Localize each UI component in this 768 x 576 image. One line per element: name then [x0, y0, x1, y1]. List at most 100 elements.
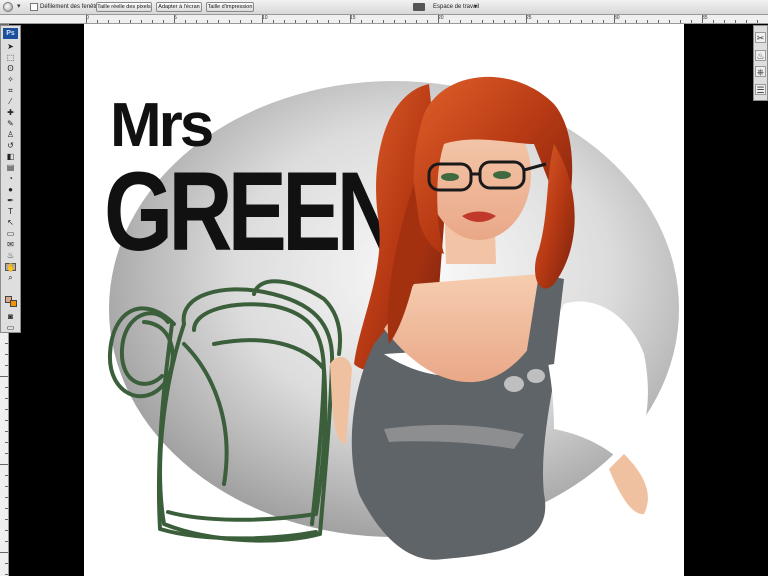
ruler-tick — [119, 20, 120, 23]
ruler-tick — [625, 20, 626, 23]
eyedropper-3d-icon[interactable]: ♨ — [5, 252, 16, 260]
chevron-down-icon[interactable]: ▾ — [17, 3, 21, 11]
blur-tool-icon[interactable]: ◔ — [5, 175, 16, 183]
ruler-tick — [647, 20, 648, 23]
ruler-tick — [0, 552, 8, 553]
ruler-tick — [5, 453, 8, 454]
pen-tool-icon[interactable]: ✒ — [5, 197, 16, 205]
ruler-tick — [251, 20, 252, 23]
ruler-tick — [548, 20, 549, 23]
ruler-tick — [5, 475, 8, 476]
ruler-tick — [5, 343, 8, 344]
type-tool-icon[interactable]: T — [5, 208, 16, 216]
dodge-tool-icon[interactable]: ● — [5, 186, 16, 194]
ruler-tick — [0, 376, 8, 377]
ruler-tick — [416, 20, 417, 23]
ruler-tick — [438, 15, 439, 23]
ruler-tick — [735, 20, 736, 23]
canvas-artwork: Mrs GREEN — [104, 76, 679, 560]
ruler-tick — [5, 563, 8, 564]
ruler-tick — [295, 20, 296, 23]
ruler-tick — [5, 508, 8, 509]
hand-tool-icon[interactable]: ✋ — [5, 263, 16, 272]
ruler-tick — [240, 20, 241, 23]
ruler-tick — [185, 20, 186, 23]
ruler-tick — [537, 20, 538, 23]
ruler-tick — [581, 20, 582, 23]
ruler-tick — [460, 20, 461, 23]
ruler-tick — [130, 20, 131, 23]
ruler-tick — [724, 20, 725, 23]
ruler-tick — [394, 20, 395, 23]
workspace-label[interactable]: Espace de travail — [433, 3, 479, 11]
ruler-tick — [97, 20, 98, 23]
ruler-tick — [471, 20, 472, 23]
fit-screen-button[interactable]: Adapter à l'écran — [156, 2, 202, 12]
ruler-tick — [306, 20, 307, 23]
clone-source-icon[interactable]: ⎈ — [755, 66, 766, 77]
brush-presets-icon[interactable]: ♨ — [755, 50, 766, 61]
ruler-tick — [515, 20, 516, 23]
brush-tool-icon[interactable]: ✎ — [5, 120, 16, 128]
ruler-tick — [141, 20, 142, 23]
ruler-tick — [5, 530, 8, 531]
marquee-tool-icon[interactable]: ⬚ — [5, 54, 16, 62]
ruler-tick — [317, 20, 318, 23]
document-canvas[interactable]: Mrs GREEN — [84, 24, 684, 576]
ruler-tick — [163, 20, 164, 23]
actual-pixels-button[interactable]: Taille réelle des pixels — [96, 2, 152, 12]
notes-tool-icon[interactable]: ✉ — [5, 241, 16, 249]
crop-tool-icon[interactable]: ⌗ — [5, 87, 16, 95]
ruler-tick — [207, 20, 208, 23]
ruler-tick — [592, 20, 593, 23]
path-selection-icon[interactable]: ↖ — [5, 219, 16, 227]
screen-mode-icon[interactable]: ▭ — [5, 324, 16, 332]
ruler-tick — [339, 20, 340, 23]
layers-icon[interactable]: ☰ — [755, 84, 766, 95]
options-bar: ▾ Défilement des fenêtres Taille réelle … — [0, 0, 768, 15]
ruler-tick — [603, 20, 604, 23]
clone-stamp-icon[interactable]: ♙ — [5, 131, 16, 139]
ruler-tick — [86, 15, 87, 23]
history-brush-icon[interactable]: ↺ — [5, 142, 16, 150]
horizontal-ruler[interactable]: 0 5 10 15 20 25 30 35 — [0, 15, 768, 24]
shape-tool-icon[interactable]: ▭ — [5, 230, 16, 238]
ruler-tick — [680, 20, 681, 23]
ruler-tick — [746, 20, 747, 23]
ruler-tick — [5, 387, 8, 388]
scroll-all-windows-checkbox[interactable] — [30, 3, 38, 11]
ruler-tick — [350, 15, 351, 23]
ruler-tick — [504, 20, 505, 23]
title-green: GREEN — [104, 149, 396, 274]
ruler-tick — [757, 20, 758, 23]
ruler-tick — [262, 15, 263, 23]
tools-panel: Ps ➤ ⬚ ʘ ✧ ⌗ ⁄ ✚ ✎ ♙ ↺ ◧ ▤ ◔ ● ✒ T ↖ ▭ ✉ ♨ ✋ ⌕ ◙ ▭ — [0, 25, 21, 333]
gradient-tool-icon[interactable]: ▤ — [5, 164, 16, 172]
zoom-tool-icon[interactable]: ⌕ — [5, 274, 16, 282]
ruler-tick — [5, 409, 8, 410]
workspace-icon[interactable] — [413, 3, 425, 11]
ruler-tick — [273, 20, 274, 23]
magic-wand-icon[interactable]: ✧ — [5, 76, 16, 84]
quick-mask-icon[interactable]: ◙ — [5, 313, 16, 321]
ruler-tick — [152, 20, 153, 23]
background-color-swatch[interactable] — [10, 300, 17, 307]
ruler-tick — [669, 20, 670, 23]
ruler-tick — [5, 354, 8, 355]
eraser-icon[interactable]: ◧ — [5, 153, 16, 161]
ruler-tick — [284, 20, 285, 23]
ruler-tick — [5, 574, 8, 575]
lasso-tool-icon[interactable]: ʘ — [5, 65, 16, 73]
ruler-tick — [5, 442, 8, 443]
move-tool-icon[interactable]: ➤ — [5, 43, 16, 51]
ruler-tick — [493, 20, 494, 23]
ruler-tick — [218, 20, 219, 23]
healing-brush-icon[interactable]: ✚ — [5, 109, 16, 117]
ruler-tick — [5, 431, 8, 432]
workspace-dropdown-icon[interactable]: ▾ — [474, 3, 477, 11]
tools-icon[interactable]: ✂ — [755, 32, 766, 43]
eyedropper-icon[interactable]: ⁄ — [5, 98, 16, 106]
tool-preset-picker-icon[interactable] — [3, 2, 13, 12]
print-size-button[interactable]: Taille d'impression — [206, 2, 254, 12]
ruler-tick — [449, 20, 450, 23]
